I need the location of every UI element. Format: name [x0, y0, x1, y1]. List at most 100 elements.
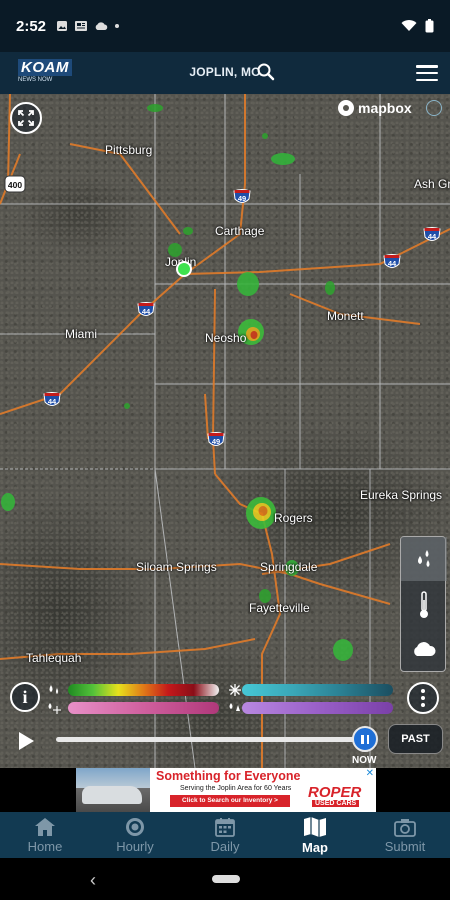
- us-highway-shield: 400: [4, 175, 26, 193]
- city-label-siloam-springs: Siloam Springs: [136, 560, 217, 574]
- clock-icon: [126, 817, 144, 836]
- layer-clouds-button[interactable]: [401, 627, 447, 671]
- ad-close-icon[interactable]: ✕: [366, 768, 374, 779]
- mapbox-attribution[interactable]: mapbox: [338, 100, 412, 116]
- ad-banner[interactable]: Something for Everyone Serving the Jopli…: [76, 768, 376, 812]
- app-header: KOAM NEWS NOW JOPLIN, MO: [0, 52, 450, 94]
- hamburger-menu-icon[interactable]: [414, 62, 440, 84]
- location-title[interactable]: JOPLIN, MO: [0, 65, 450, 79]
- ad-brand: ROPER: [308, 784, 362, 801]
- status-system-icons: [401, 19, 434, 33]
- home-gesture-pill[interactable]: [212, 875, 240, 883]
- precipitation-icon: [418, 550, 430, 567]
- now-label: NOW: [352, 755, 377, 766]
- current-location-marker: [176, 261, 192, 277]
- ad-subtitle: Serving the Joplin Area for 60 Years: [180, 785, 292, 792]
- timeline-pause-handle[interactable]: [352, 726, 378, 752]
- nav-label-hourly: Hourly: [116, 838, 154, 854]
- camera-icon: [394, 818, 416, 837]
- nav-label-map: Map: [302, 839, 328, 855]
- status-time: 2:52: [16, 17, 47, 35]
- wifi-icon: [401, 20, 417, 31]
- legend-info-label: i: [22, 686, 28, 707]
- radar-map[interactable]: Pittsburg Ash Gr Carthage Joplin Miami N…: [0, 94, 450, 768]
- play-icon[interactable]: [16, 731, 36, 751]
- city-label-ash-grove: Ash Gr: [414, 177, 450, 191]
- mix-icon: [48, 703, 61, 714]
- map-info-icon[interactable]: [426, 100, 442, 116]
- system-navigation-bar: ‹: [0, 858, 450, 900]
- status-bar: 2:52: [0, 0, 450, 52]
- past-button[interactable]: PAST: [388, 724, 443, 754]
- city-label-tahlequah: Tahlequah: [26, 651, 82, 665]
- past-label: PAST: [401, 733, 430, 745]
- nav-item-home[interactable]: Home: [0, 812, 90, 858]
- status-notification-icons: [56, 20, 120, 32]
- expand-icon: [18, 110, 34, 126]
- map-icon: [304, 816, 326, 837]
- layer-precipitation-button[interactable]: [401, 537, 447, 581]
- nav-item-hourly[interactable]: Hourly: [90, 812, 180, 858]
- rain-color-scale: [68, 684, 219, 696]
- ice-color-scale: [242, 702, 393, 714]
- dot-icon: [115, 24, 120, 28]
- svg-text:44: 44: [388, 259, 397, 268]
- fullscreen-button[interactable]: [10, 102, 42, 134]
- timeline-slider[interactable]: [56, 737, 364, 742]
- bottom-navigation: Home Hourly Daily Map Submit: [0, 812, 450, 858]
- city-label-miami: Miami: [65, 327, 97, 341]
- snow-icon: [229, 684, 241, 696]
- legend-info-button[interactable]: i: [10, 682, 40, 712]
- interstate-shield: 44: [137, 302, 155, 316]
- city-label-pittsburg: Pittsburg: [105, 143, 153, 157]
- rain-icon: [49, 685, 58, 694]
- city-label-carthage: Carthage: [215, 224, 265, 238]
- image-icon: [57, 21, 68, 31]
- ad-cta-button[interactable]: Click to Search our Inventory >: [170, 795, 290, 807]
- interstate-shield: 49: [207, 432, 225, 446]
- city-label-rogers: Rogers: [274, 511, 313, 525]
- interstate-shield: 44: [423, 227, 441, 241]
- nav-label-home: Home: [27, 838, 63, 854]
- city-label-monett: Monett: [327, 309, 364, 323]
- interstate-shield: 44: [383, 254, 401, 268]
- interstate-shield: 49: [233, 189, 251, 203]
- battery-icon: [425, 19, 434, 33]
- mapbox-logo-icon: [338, 100, 354, 116]
- ice-icon: [229, 703, 240, 711]
- svg-text:44: 44: [48, 397, 57, 406]
- snow-color-scale: [242, 684, 393, 696]
- ad-banner-area: Something for Everyone Serving the Jopli…: [0, 768, 450, 812]
- city-label-neosho: Neosho: [205, 331, 247, 345]
- nav-item-map[interactable]: Map: [270, 812, 360, 858]
- home-icon: [35, 817, 55, 836]
- mix-color-scale: [68, 702, 219, 714]
- ad-title: Something for Everyone: [156, 769, 301, 783]
- map-overlay-lines: [0, 94, 450, 768]
- nav-label-daily: Daily: [210, 838, 240, 854]
- nav-item-submit[interactable]: Submit: [360, 812, 450, 858]
- layer-temperature-button[interactable]: [401, 583, 447, 627]
- cloud-icon: [414, 642, 436, 656]
- search-icon[interactable]: [256, 62, 276, 82]
- back-chevron-icon[interactable]: ‹: [90, 870, 96, 891]
- svg-text:400: 400: [8, 180, 22, 190]
- city-label-springdale: Springdale: [260, 560, 318, 574]
- more-options-button[interactable]: [407, 682, 439, 714]
- ad-brand-sub: USED CARS: [312, 800, 360, 807]
- calendar-icon: [215, 817, 235, 837]
- svg-text:44: 44: [428, 232, 437, 241]
- svg-text:44: 44: [142, 307, 151, 316]
- nav-item-daily[interactable]: Daily: [180, 812, 270, 858]
- nav-label-submit: Submit: [384, 838, 426, 854]
- city-label-eureka-springs: Eureka Springs: [360, 488, 443, 502]
- svg-text:49: 49: [212, 437, 220, 446]
- svg-text:49: 49: [238, 194, 246, 203]
- thermometer-icon: [420, 591, 428, 618]
- interstate-shield: 44: [43, 392, 61, 406]
- news-icon: [75, 21, 88, 31]
- mapbox-label: mapbox: [358, 100, 412, 116]
- ad-car-image: [76, 768, 150, 812]
- city-label-fayetteville: Fayetteville: [249, 601, 310, 615]
- cloud-icon: [95, 22, 108, 30]
